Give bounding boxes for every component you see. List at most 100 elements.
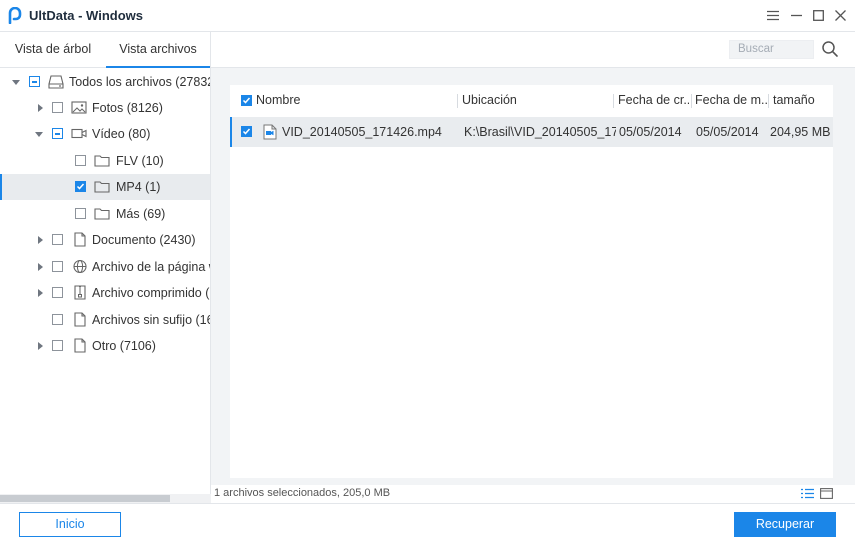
table-row[interactable]: VID_20140505_171426.mp4 K:\Brasil\VID_20… — [230, 117, 833, 147]
bottom-bar: Inicio Recuperar — [0, 503, 855, 544]
document-icon — [74, 232, 86, 247]
recover-button[interactable]: Recuperar — [734, 512, 836, 537]
tree-item-flv[interactable]: FLV (10) — [0, 148, 210, 174]
tree-checkbox[interactable] — [75, 155, 86, 166]
thumbnail-view-icon[interactable] — [820, 488, 833, 499]
cell-name: VID_20140505_171426.mp4 — [282, 125, 442, 139]
globe-icon — [73, 259, 87, 274]
folder-icon — [94, 208, 110, 220]
tree-item-label: Otro (7106) — [92, 339, 156, 353]
tree-item-label: Todos los archivos (27832) — [69, 75, 211, 89]
search-icon[interactable] — [821, 40, 839, 58]
tree-item-label: Más (69) — [116, 207, 166, 221]
tree-checkbox[interactable] — [75, 208, 86, 219]
expand-arrow-icon[interactable] — [38, 263, 43, 271]
expand-arrow-icon[interactable] — [38, 236, 43, 244]
checkmark-icon — [242, 97, 251, 104]
tree-item-label: Archivos sin sufijo (163 — [92, 313, 211, 327]
minimize-button[interactable] — [787, 6, 805, 24]
column-header-size[interactable]: tamaño — [773, 85, 831, 116]
hamburger-icon — [767, 10, 779, 20]
cell-created: 05/05/2014 — [619, 125, 682, 139]
sidebar-horizontal-scrollbar[interactable] — [0, 494, 211, 503]
tree-item-more[interactable]: Más (69) — [0, 201, 210, 227]
expand-arrow-icon[interactable] — [38, 104, 43, 112]
sidebar-tree: Todos los archivos (27832) Fotos (8126) … — [0, 68, 211, 504]
tree-item-all-files[interactable]: Todos los archivos (27832) — [0, 69, 210, 95]
tree-item-other[interactable]: Otro (7106) — [0, 333, 210, 359]
tree-item-compressed[interactable]: Archivo comprimido (1 — [0, 280, 210, 306]
column-separator[interactable] — [768, 94, 769, 108]
tab-tree-view[interactable]: Vista de árbol — [0, 32, 106, 68]
file-icon — [74, 338, 86, 353]
expand-arrow-icon[interactable] — [38, 342, 43, 350]
minimize-icon — [790, 14, 802, 16]
tab-divider — [210, 32, 211, 68]
column-header-modified[interactable]: Fecha de m... — [695, 85, 768, 116]
file-icon — [74, 312, 86, 327]
video-file-icon — [263, 124, 277, 140]
folder-icon — [94, 155, 110, 167]
ultdata-logo-icon — [8, 7, 22, 24]
tree-item-web-files[interactable]: Archivo de la página w — [0, 254, 210, 280]
view-tabs-bar: Vista de árbol Vista archivos Buscar — [0, 31, 855, 68]
expand-arrow-icon[interactable] — [35, 132, 43, 137]
tree-checkbox[interactable] — [29, 76, 40, 87]
main-panel: Nombre Ubicación Fecha de cr... Fecha de… — [211, 68, 855, 485]
tree-checkbox[interactable] — [52, 234, 63, 245]
maximize-button[interactable] — [809, 6, 827, 24]
tree-item-label: Archivo comprimido (1 — [92, 286, 211, 300]
tree-checkbox[interactable] — [52, 102, 63, 113]
status-bar: 1 archivos seleccionados, 205,0 MB — [211, 485, 855, 503]
search-input[interactable]: Buscar — [729, 40, 814, 59]
tree-item-video[interactable]: Vídeo (80) — [0, 121, 210, 147]
close-button[interactable] — [831, 6, 849, 24]
select-all-checkbox[interactable] — [241, 95, 252, 106]
tree-checkbox[interactable] — [52, 287, 63, 298]
checkmark-icon — [76, 183, 85, 190]
image-icon — [71, 101, 87, 114]
tree-item-label: Vídeo (80) — [92, 127, 151, 141]
column-separator[interactable] — [613, 94, 614, 108]
tree-item-documents[interactable]: Documento (2430) — [0, 227, 210, 253]
tree-checkbox[interactable] — [52, 314, 63, 325]
column-header-created[interactable]: Fecha de cr... — [618, 85, 689, 116]
column-separator[interactable] — [691, 94, 692, 108]
tree-item-label: Fotos (8126) — [92, 101, 163, 115]
cell-location: K:\Brasil\VID_20140505_171... — [464, 125, 616, 139]
expand-arrow-icon[interactable] — [38, 289, 43, 297]
file-list: Nombre Ubicación Fecha de cr... Fecha de… — [230, 85, 833, 478]
folder-icon — [94, 181, 110, 193]
expand-arrow-icon[interactable] — [12, 80, 20, 85]
checkmark-icon — [242, 128, 251, 135]
column-separator[interactable] — [457, 94, 458, 108]
tab-file-view[interactable]: Vista archivos — [106, 32, 210, 68]
drive-icon — [48, 75, 64, 89]
tree-checkbox[interactable] — [52, 128, 63, 139]
maximize-icon — [812, 9, 824, 21]
tree-item-label: MP4 (1) — [116, 180, 161, 194]
tree-checkbox[interactable] — [75, 181, 86, 192]
video-camera-icon — [71, 128, 87, 139]
window-title: UltData - Windows — [29, 8, 143, 23]
close-icon — [834, 9, 846, 21]
column-header-location[interactable]: Ubicación — [462, 85, 612, 116]
title-bar: UltData - Windows — [0, 0, 855, 31]
home-button[interactable]: Inicio — [19, 512, 121, 537]
selection-status: 1 archivos seleccionados, 205,0 MB — [214, 487, 391, 499]
tree-checkbox[interactable] — [52, 340, 63, 351]
tree-item-label: Archivo de la página w — [92, 260, 211, 274]
tree-item-label: Documento (2430) — [92, 233, 196, 247]
cell-size: 204,95 MB — [770, 125, 831, 139]
row-checkbox[interactable] — [241, 126, 252, 137]
tree-item-photos[interactable]: Fotos (8126) — [0, 95, 210, 121]
column-header-name[interactable]: Nombre — [256, 85, 456, 116]
list-view-icon[interactable] — [801, 488, 814, 499]
archive-icon — [74, 285, 86, 300]
tree-item-mp4[interactable]: MP4 (1) — [0, 174, 210, 200]
tree-item-no-suffix[interactable]: Archivos sin sufijo (163 — [0, 307, 210, 333]
scrollbar-thumb[interactable] — [0, 495, 170, 502]
tree-item-label: FLV (10) — [116, 154, 164, 168]
menu-button[interactable] — [764, 6, 782, 24]
tree-checkbox[interactable] — [52, 261, 63, 272]
